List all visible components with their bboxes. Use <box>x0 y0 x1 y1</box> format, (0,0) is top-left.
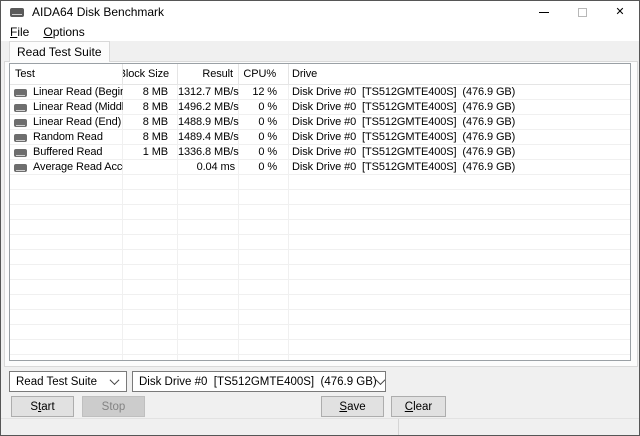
test-name: Linear Read (End) <box>33 115 121 130</box>
table-body: Linear Read (Begin) 8 MB 1312.7 MB/s 12 … <box>10 85 630 361</box>
test-name: Buffered Read <box>33 145 102 160</box>
test-name: Linear Read (Middle) <box>33 100 123 115</box>
column-header-cpu[interactable]: CPU% <box>239 64 289 84</box>
minimize-button[interactable] <box>525 1 563 23</box>
tab-page: Test Block Size Result CPU% Drive Linear… <box>4 61 638 367</box>
test-suite-value: Read Test Suite <box>16 376 97 388</box>
block-size-value: 8 MB <box>123 115 178 130</box>
disk-icon <box>14 164 27 172</box>
block-size-value <box>123 160 178 175</box>
close-button[interactable]: ✕ <box>601 1 639 23</box>
stop-button[interactable]: Stop <box>82 396 145 417</box>
drive-value: Disk Drive #0 [TS512GMTE400S] (476.9 GB) <box>289 115 630 130</box>
test-name: Linear Read (Begin) <box>33 85 123 100</box>
clear-button[interactable]: Clear <box>391 396 446 417</box>
menu-bar: File Options <box>1 23 639 41</box>
disk-icon <box>14 149 27 157</box>
title-bar[interactable]: AIDA64 Disk Benchmark ✕ <box>1 1 639 23</box>
table-header: Test Block Size Result CPU% Drive <box>10 64 630 85</box>
table-row[interactable]: Linear Read (Begin) 8 MB 1312.7 MB/s 12 … <box>10 85 630 100</box>
disk-icon <box>14 89 27 97</box>
maximize-button[interactable] <box>563 1 601 23</box>
cpu-value: 0 % <box>239 130 289 145</box>
tab-read-test-suite[interactable]: Read Test Suite <box>9 41 110 62</box>
column-header-test[interactable]: Test <box>10 64 123 84</box>
table-row[interactable]: Buffered Read 1 MB 1336.8 MB/s 0 % Disk … <box>10 145 630 160</box>
menu-options[interactable]: Options <box>36 24 91 40</box>
test-name: Random Read <box>33 130 103 145</box>
drive-value: Disk Drive #0 [TS512GMTE400S] (476.9 GB) <box>289 130 630 145</box>
cpu-value: 0 % <box>239 145 289 160</box>
status-pane-left <box>1 419 399 435</box>
drive-value: Disk Drive #0 [TS512GMTE400S] (476.9 GB) <box>289 85 630 100</box>
cpu-value: 0 % <box>239 160 289 175</box>
table-row[interactable]: Linear Read (Middle) 8 MB 1496.2 MB/s 0 … <box>10 100 630 115</box>
block-size-value: 8 MB <box>123 85 178 100</box>
caption-buttons: ✕ <box>525 1 639 23</box>
drive-value: Disk Drive #0 [TS512GMTE400S] (476.9 GB) <box>289 145 630 160</box>
drive-value: Disk Drive #0 [TS512GMTE400S] (476.9 GB) <box>289 160 630 175</box>
result-value: 0.04 ms <box>178 160 239 175</box>
disk-icon <box>14 104 27 112</box>
disk-icon <box>14 134 27 142</box>
result-value: 1488.9 MB/s <box>178 115 239 130</box>
disk-icon <box>14 119 27 127</box>
block-size-value: 8 MB <box>123 100 178 115</box>
cpu-value: 0 % <box>239 100 289 115</box>
app-window: AIDA64 Disk Benchmark ✕ File Options Rea… <box>0 0 640 436</box>
table-row[interactable]: Average Read Access 0.04 ms 0 % Disk Dri… <box>10 160 630 175</box>
block-size-value: 8 MB <box>123 130 178 145</box>
chevron-down-icon <box>111 378 118 385</box>
results-table: Test Block Size Result CPU% Drive Linear… <box>9 63 631 361</box>
result-value: 1336.8 MB/s <box>178 145 239 160</box>
cpu-value: 12 % <box>239 85 289 100</box>
status-pane-right <box>399 419 639 435</box>
table-row[interactable]: Linear Read (End) 8 MB 1488.9 MB/s 0 % D… <box>10 115 630 130</box>
column-header-result[interactable]: Result <box>178 64 239 84</box>
maximize-icon <box>578 8 587 17</box>
test-name: Average Read Access <box>33 160 123 175</box>
test-suite-select[interactable]: Read Test Suite <box>9 371 127 392</box>
result-value: 1489.4 MB/s <box>178 130 239 145</box>
minimize-icon <box>539 12 549 13</box>
result-value: 1312.7 MB/s <box>178 85 239 100</box>
drive-value: Disk Drive #0 [TS512GMTE400S] (476.9 GB) <box>289 100 630 115</box>
table-row[interactable]: Random Read 8 MB 1489.4 MB/s 0 % Disk Dr… <box>10 130 630 145</box>
save-button[interactable]: Save <box>321 396 384 417</box>
chevron-down-icon <box>377 378 384 385</box>
menu-file[interactable]: File <box>3 24 36 40</box>
start-button[interactable]: Start <box>11 396 74 417</box>
column-header-block-size[interactable]: Block Size <box>123 64 178 84</box>
result-value: 1496.2 MB/s <box>178 100 239 115</box>
drive-select[interactable]: Disk Drive #0 [TS512GMTE400S] (476.9 GB) <box>132 371 386 392</box>
cpu-value: 0 % <box>239 115 289 130</box>
block-size-value: 1 MB <box>123 145 178 160</box>
column-header-drive[interactable]: Drive <box>289 64 630 84</box>
drive-select-value: Disk Drive #0 [TS512GMTE400S] (476.9 GB) <box>139 376 377 388</box>
status-bar <box>1 418 639 435</box>
app-icon <box>10 8 24 17</box>
close-icon: ✕ <box>615 7 624 18</box>
window-title: AIDA64 Disk Benchmark <box>32 5 164 19</box>
